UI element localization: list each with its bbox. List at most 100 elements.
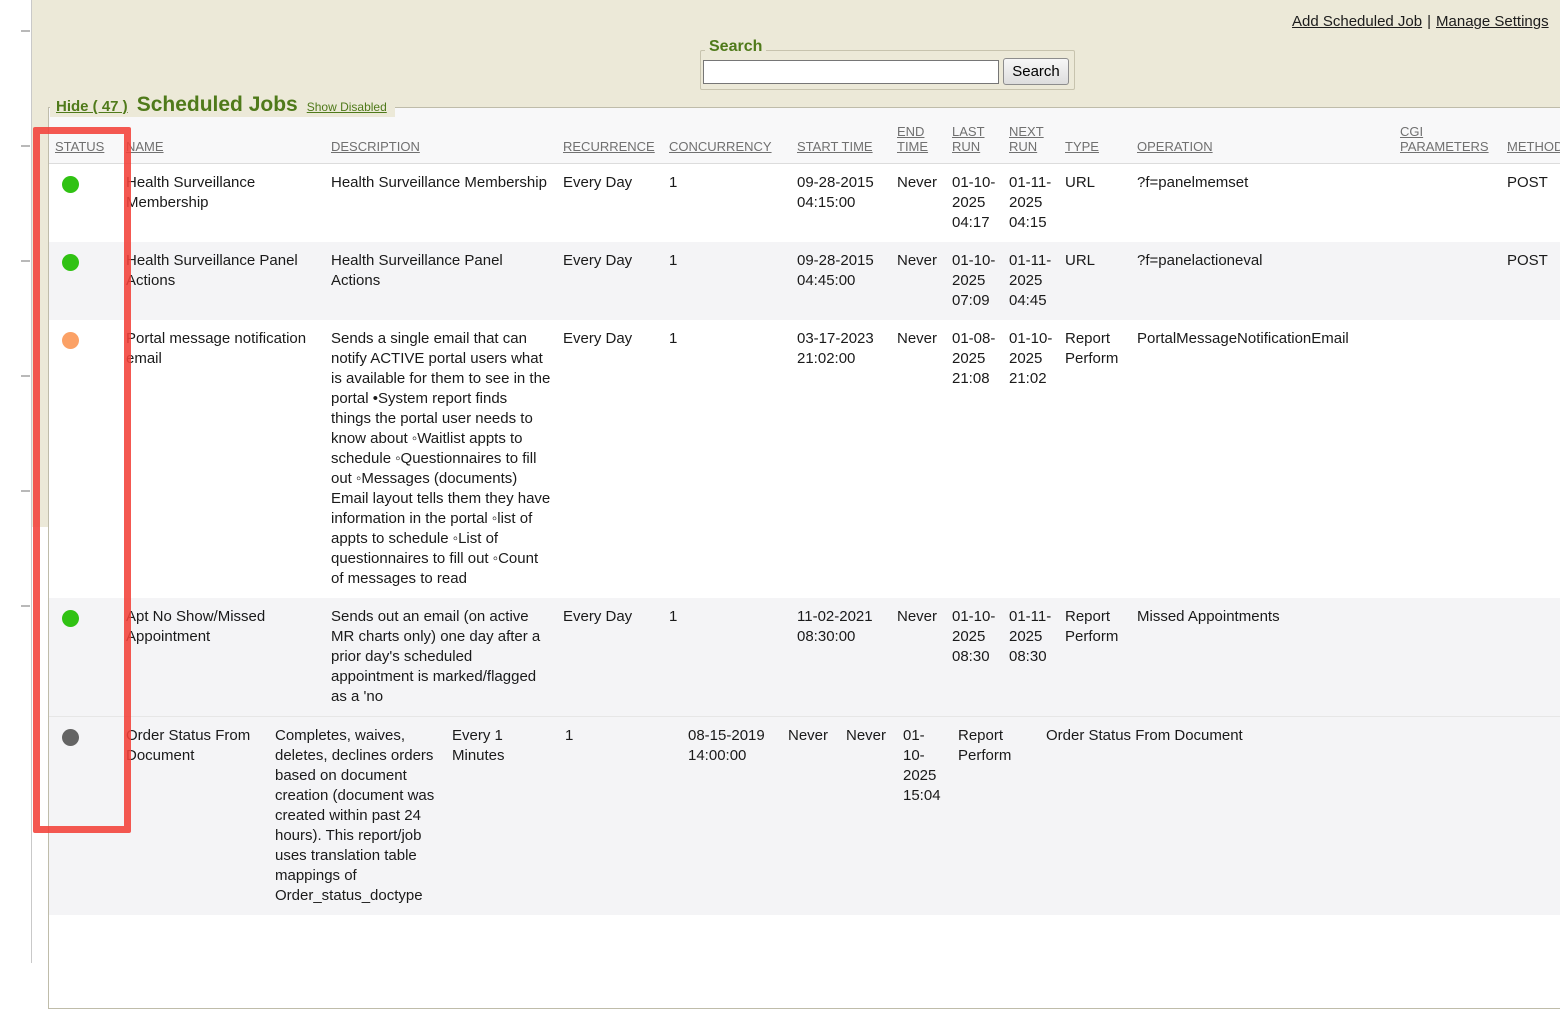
- cell-name: Portal message notification email: [120, 320, 325, 598]
- cell-type: Report Perform: [1059, 320, 1131, 598]
- cell-recurrence: Every Day: [557, 598, 663, 716]
- gutter-tick: [21, 375, 30, 377]
- table-row[interactable]: Order Status From DocumentCompletes, wai…: [49, 717, 1560, 916]
- column-header-operation[interactable]: OPERATION: [1131, 108, 1394, 164]
- cell-concurrency: 1: [663, 320, 791, 598]
- cell-last_run: 01-10-2025 08:30: [946, 598, 1003, 716]
- cell-operation: ?f=panelactioneval: [1131, 242, 1394, 320]
- cell-method: POST: [1501, 164, 1560, 243]
- search-input[interactable]: [703, 60, 999, 84]
- cell-operation: ?f=panelmemset: [1131, 164, 1394, 243]
- cell-recurrence: Every Day: [557, 320, 663, 598]
- cell-concurrency: 1: [663, 164, 791, 243]
- cell-end_time: Never: [891, 320, 946, 598]
- cell-concurrency: 1: [559, 717, 682, 916]
- status-cell: [49, 320, 120, 598]
- jobs-panel-legend: Hide ( 47 ) Scheduled Jobs Show Disabled: [50, 93, 395, 117]
- cell-type: URL: [1059, 242, 1131, 320]
- cell-next_run: 01-10-2025 15:04: [897, 717, 952, 916]
- cell-operation: Order Status From Document: [1040, 717, 1400, 916]
- cell-description: Sends out an email (on active MR charts …: [325, 598, 557, 716]
- manage-settings-link[interactable]: Manage Settings: [1436, 13, 1549, 30]
- cell-description: Health Surveillance Membership: [325, 164, 557, 243]
- search-legend: Search: [705, 38, 766, 56]
- cell-method: [1501, 320, 1560, 598]
- cell-cgi_parameters: [1394, 320, 1501, 598]
- cell-end_time: Never: [782, 717, 840, 916]
- column-header-concurrency[interactable]: CONCURRENCY: [663, 108, 791, 164]
- table-row[interactable]: Health Surveillance Panel ActionsHealth …: [49, 242, 1560, 320]
- gutter-patch: [32, 527, 48, 963]
- cell-cgi_parameters: [1400, 717, 1497, 916]
- status-dot-green: [62, 176, 79, 193]
- gutter-tick: [21, 490, 30, 492]
- cell-next_run: 01-11-2025 04:45: [1003, 242, 1059, 320]
- cell-description: Completes, waives, deletes, declines ord…: [269, 717, 446, 916]
- cell-name: Apt No Show/Missed Appointment: [120, 598, 325, 716]
- column-header-type[interactable]: TYPE: [1059, 108, 1131, 164]
- cell-name: Health Surveillance Panel Actions: [120, 242, 325, 320]
- cell-operation: PortalMessageNotificationEmail: [1131, 320, 1394, 598]
- cell-end_time: Never: [891, 598, 946, 716]
- cell-name: Health Surveillance Membership: [120, 164, 325, 243]
- cell-recurrence: Every Day: [557, 164, 663, 243]
- cell-method: POST: [1501, 242, 1560, 320]
- column-header-cgi-parameters[interactable]: CGI PARAMETERS: [1394, 108, 1501, 164]
- cell-type: Report Perform: [952, 717, 1040, 916]
- cell-last_run: 01-10-2025 04:17: [946, 164, 1003, 243]
- status-cell: [49, 242, 120, 320]
- cell-last_run: Never: [840, 717, 897, 916]
- status-cell: [49, 717, 120, 916]
- status-cell: [49, 598, 120, 716]
- jobs-table-main: STATUSNAMEDESCRIPTIONRECURRENCECONCURREN…: [49, 108, 1560, 716]
- table-row[interactable]: Health Surveillance MembershipHealth Sur…: [49, 164, 1560, 243]
- cell-next_run: 01-11-2025 04:15: [1003, 164, 1059, 243]
- column-header-recurrence[interactable]: RECURRENCE: [557, 108, 663, 164]
- cell-cgi_parameters: [1394, 598, 1501, 716]
- column-header-last-run[interactable]: LAST RUN: [946, 108, 1003, 164]
- cell-description: Health Surveillance Panel Actions: [325, 242, 557, 320]
- cell-concurrency: 1: [663, 242, 791, 320]
- cell-type: Report Perform: [1059, 598, 1131, 716]
- add-scheduled-job-link[interactable]: Add Scheduled Job: [1292, 13, 1422, 30]
- status-dot-green: [62, 254, 79, 271]
- cell-operation: Missed Appointments: [1131, 598, 1394, 716]
- table-row[interactable]: Portal message notification emailSends a…: [49, 320, 1560, 598]
- hide-count-link[interactable]: Hide ( 47 ): [56, 98, 128, 115]
- left-gutter: [0, 0, 32, 963]
- cell-next_run: 01-10-2025 21:02: [1003, 320, 1059, 598]
- search-fieldset: Search Search: [700, 50, 1075, 90]
- column-header-next-run[interactable]: NEXT RUN: [1003, 108, 1059, 164]
- cell-method: [1501, 598, 1560, 716]
- cell-recurrence: Every 1 Minutes: [446, 717, 559, 916]
- cell-end_time: Never: [891, 164, 946, 243]
- column-header-end-time[interactable]: END TIME: [891, 108, 946, 164]
- table-row[interactable]: Apt No Show/Missed AppointmentSends out …: [49, 598, 1560, 716]
- cell-start_time: 08-15-2019 14:00:00: [682, 717, 782, 916]
- search-button[interactable]: Search: [1003, 58, 1069, 85]
- top-action-links: Add Scheduled Job|Manage Settings: [1292, 13, 1549, 30]
- status-dot-green: [62, 610, 79, 627]
- column-header-start-time[interactable]: START TIME: [791, 108, 891, 164]
- cell-next_run: 01-11-2025 08:30: [1003, 598, 1059, 716]
- cell-start_time: 09-28-2015 04:15:00: [791, 164, 891, 243]
- scheduled-jobs-panel: STATUSNAMEDESCRIPTIONRECURRENCECONCURREN…: [48, 107, 1560, 1009]
- cell-description: Sends a single email that can notify ACT…: [325, 320, 557, 598]
- cell-name: Order Status From Document: [120, 717, 269, 916]
- status-cell: [49, 164, 120, 243]
- cell-concurrency: 1: [663, 598, 791, 716]
- column-header-method[interactable]: METHOD: [1501, 108, 1560, 164]
- gutter-tick: [21, 260, 30, 262]
- cell-cgi_parameters: [1394, 242, 1501, 320]
- show-disabled-link[interactable]: Show Disabled: [307, 100, 387, 114]
- cell-last_run: 01-10-2025 07:09: [946, 242, 1003, 320]
- cell-recurrence: Every Day: [557, 242, 663, 320]
- status-dot-orange: [62, 332, 79, 349]
- cell-method: [1497, 717, 1560, 916]
- cell-cgi_parameters: [1394, 164, 1501, 243]
- link-separator: |: [1422, 13, 1436, 30]
- cell-type: URL: [1059, 164, 1131, 243]
- gutter-tick: [21, 30, 30, 32]
- page-title: Scheduled Jobs: [137, 93, 298, 117]
- cell-start_time: 03-17-2023 21:02:00: [791, 320, 891, 598]
